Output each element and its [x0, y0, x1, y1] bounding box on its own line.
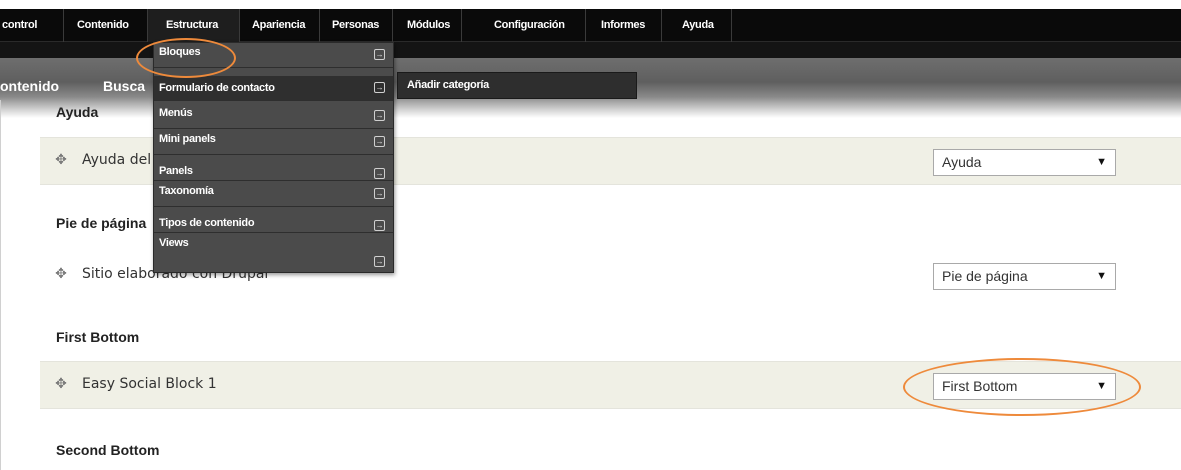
submenu-arrow-icon: → [374, 82, 385, 93]
select-arrow-icon: ▼ [1096, 156, 1107, 168]
move-handle-icon[interactable]: ✥ [54, 377, 68, 391]
submenu-item-anadir-categoria[interactable]: Añadir categoría [407, 79, 489, 91]
select-arrow-icon: ▼ [1096, 270, 1107, 282]
dropdown-item-panels[interactable]: Panels → [154, 156, 393, 181]
highlight-oval-bloques [136, 38, 236, 78]
submenu-arrow-icon: → [374, 110, 385, 121]
admin-menu-item-informes[interactable]: Informes [586, 9, 662, 42]
move-handle-icon[interactable]: ✥ [54, 267, 68, 281]
dropdown-item-label: Mini panels [159, 133, 216, 145]
shortcut-buscar[interactable]: Busca [103, 78, 145, 94]
dropdown-item-label: Formulario de contacto [159, 82, 275, 94]
region-select[interactable]: Pie de página ▼ [933, 263, 1116, 290]
admin-menu-item-apariencia[interactable]: Apariencia [240, 9, 320, 42]
submenu-arrow-icon: → [374, 136, 385, 147]
dropdown-item-label: Tipos de contenido [159, 217, 255, 229]
admin-menu-item-modulos[interactable]: Módulos [393, 9, 462, 42]
dropdown-item-label: Taxonomía [159, 185, 214, 197]
dropdown-item-label: Views [159, 237, 189, 249]
submenu-formulario-de-contacto: Añadir categoría [397, 72, 637, 99]
top-strip [0, 0, 1181, 9]
submenu-arrow-icon: → [374, 188, 385, 199]
region-select-value: Ayuda [942, 154, 982, 170]
region-heading-second-bottom: Second Bottom [56, 442, 160, 458]
region-select-value: Pie de página [942, 268, 1028, 284]
dropdown-item-views[interactable]: Views → [154, 234, 393, 272]
admin-menu-item-estructura[interactable]: Estructura [148, 9, 240, 42]
submenu-arrow-icon: → [374, 220, 385, 231]
admin-menu-bar: control Contenido Estructura Apariencia … [0, 9, 1181, 42]
block-name: Easy Social Block 1 [82, 376, 217, 392]
dropdown-item-taxonomia[interactable]: Taxonomía → [154, 182, 393, 207]
submenu-arrow-icon: → [374, 49, 385, 60]
move-handle-icon[interactable]: ✥ [54, 153, 68, 167]
admin-menu-item-configuracion[interactable]: Configuración [462, 9, 586, 42]
dropdown-item-mini-panels[interactable]: Mini panels → [154, 130, 393, 155]
dropdown-item-tipos-de-contenido[interactable]: Tipos de contenido → [154, 208, 393, 233]
shortcut-contenido[interactable]: ontenido [0, 78, 59, 94]
dropdown-item-menus[interactable]: Menús → [154, 104, 393, 129]
region-heading-ayuda: Ayuda [56, 104, 99, 120]
admin-menu-item-ayuda[interactable]: Ayuda [662, 9, 732, 42]
submenu-arrow-icon: → [374, 256, 385, 267]
submenu-arrow-icon: → [374, 168, 385, 179]
dropdown-item-label: Menús [159, 107, 193, 119]
admin-menu-item-personas[interactable]: Personas [320, 9, 393, 42]
admin-menu-item-control[interactable]: control [0, 9, 64, 42]
region-heading-first-bottom: First Bottom [56, 329, 140, 345]
highlight-oval-first-bottom [903, 358, 1141, 416]
region-heading-pie-de-pagina: Pie de página [56, 215, 147, 231]
dropdown-item-label: Panels [159, 165, 193, 177]
region-select[interactable]: Ayuda ▼ [933, 149, 1116, 176]
dropdown-item-formulario-de-contacto[interactable]: Formulario de contacto → [154, 76, 393, 101]
admin-menu-item-contenido[interactable]: Contenido [64, 9, 148, 42]
content-left-border [0, 100, 1, 470]
